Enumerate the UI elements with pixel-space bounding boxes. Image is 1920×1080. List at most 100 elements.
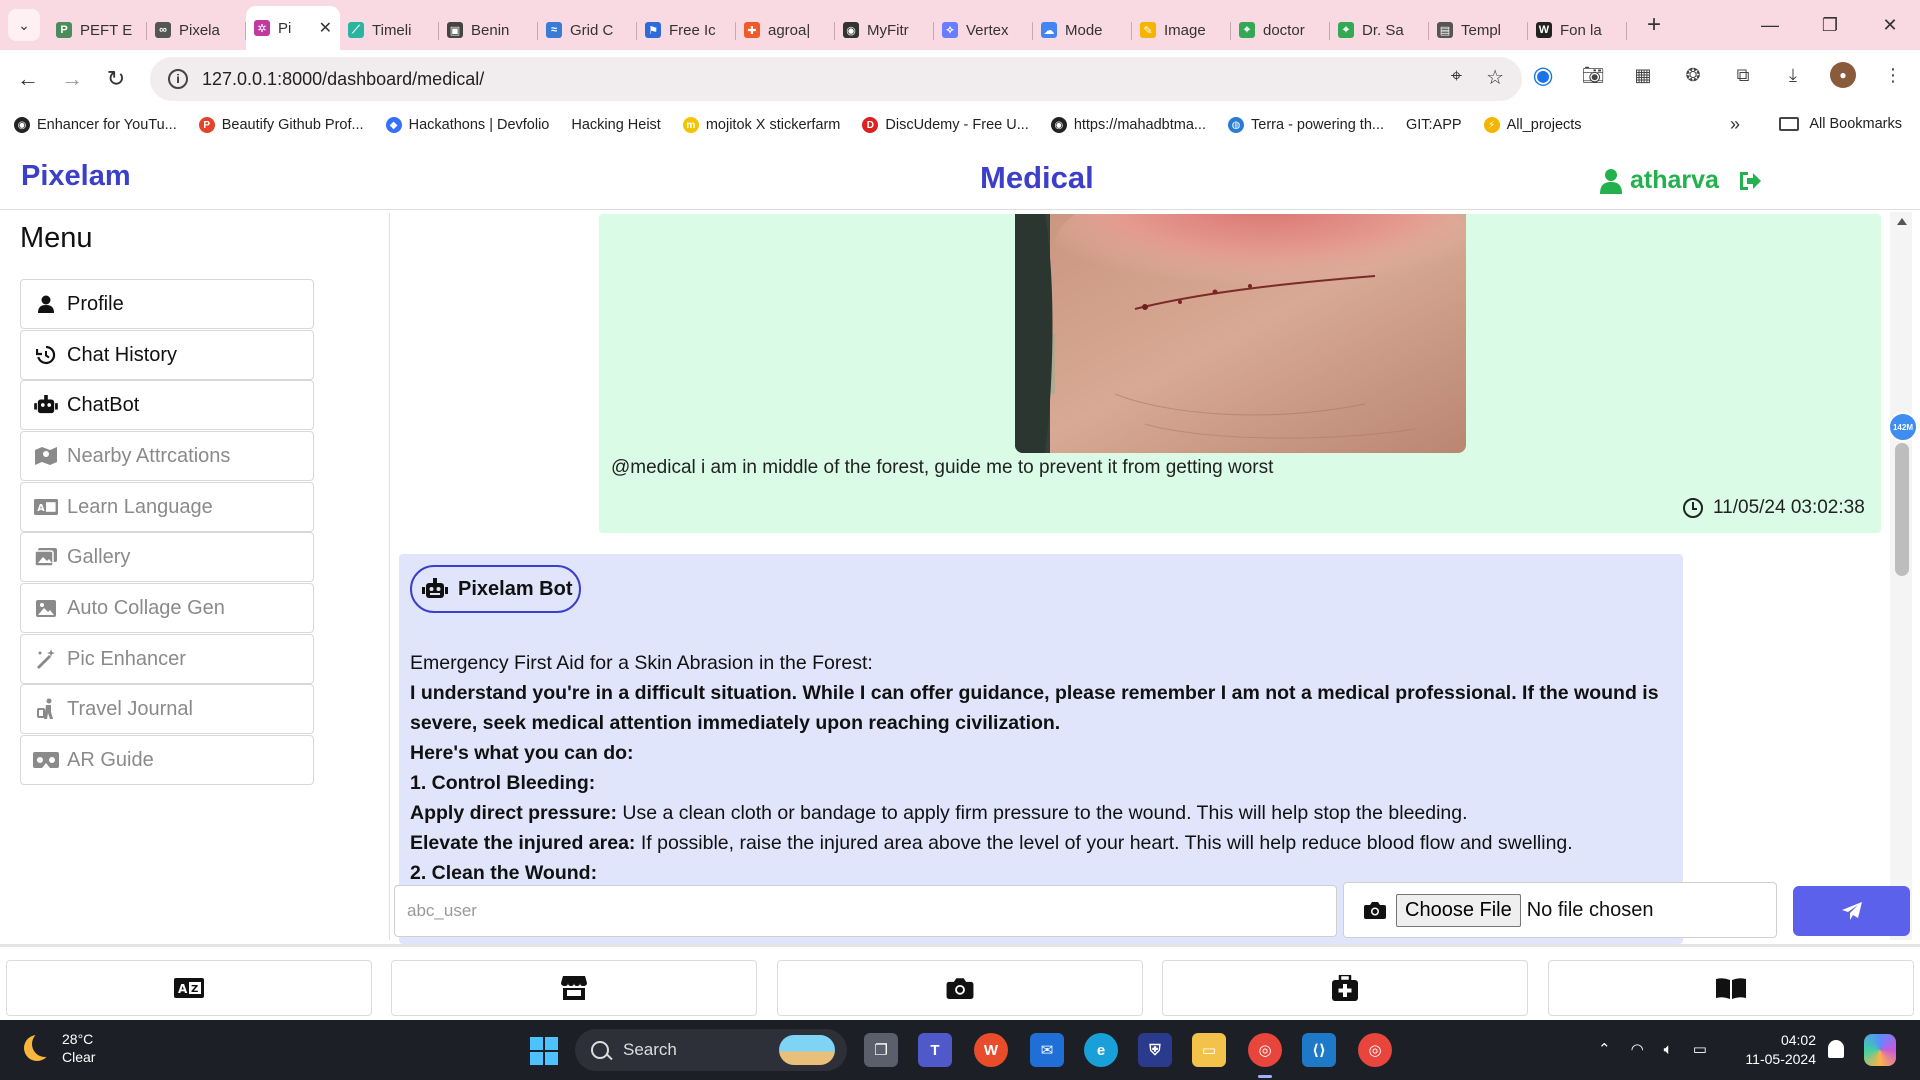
download-icon[interactable]: ⤓ (1780, 62, 1806, 88)
sidebar-item-profile[interactable]: Profile (20, 279, 314, 329)
sidebar-item-gallery[interactable]: Gallery (20, 532, 314, 582)
sidebar-item-auto-collage-gen[interactable]: Auto Collage Gen (20, 583, 314, 633)
sidebar-item-nearby-attrcations[interactable]: Nearby Attrcations (20, 431, 314, 481)
wps-office-icon[interactable]: W (974, 1033, 1008, 1067)
sidebar-item-chat-history[interactable]: Chat History (20, 330, 314, 380)
vscode-icon[interactable]: ⟨⟩ (1302, 1033, 1336, 1067)
url-text[interactable]: 127.0.0.1:8000/dashboard/medical/ (202, 69, 484, 90)
chrome-profile-icon[interactable]: ◎ (1358, 1033, 1392, 1067)
weather-widget[interactable]: 28°C Clear (24, 1030, 95, 1066)
minimize-icon[interactable]: — (1740, 0, 1800, 50)
sidebar-item-learn-language[interactable]: A Learn Language (20, 482, 314, 532)
back-arrow-icon[interactable]: ← (6, 57, 50, 101)
close-tab-icon[interactable]: ✕ (319, 18, 332, 38)
browser-tab[interactable]: ⌖ doctor (1231, 10, 1330, 50)
browser-tab[interactable]: ▤ Templ (1429, 10, 1528, 50)
bookmark-item[interactable]: Hacking Heist (571, 117, 660, 133)
address-bar[interactable]: i 127.0.0.1:8000/dashboard/medical/ ⌖ ☆ (150, 57, 1522, 101)
chat-scrollbar[interactable] (1890, 212, 1912, 940)
message-input[interactable] (394, 885, 1337, 937)
edge-icon[interactable]: e (1084, 1033, 1118, 1067)
forward-arrow-icon[interactable]: → (50, 57, 94, 101)
bottom-nav-camera[interactable] (777, 960, 1143, 1016)
send-button[interactable] (1793, 886, 1910, 936)
bookmark-item[interactable]: D DiscUdemy - Free U... (862, 117, 1029, 133)
browser-tab[interactable]: ✲ Pi ✕ (246, 6, 340, 50)
tab-search-dropdown-icon[interactable]: ⌄ (8, 9, 40, 41)
wound-photo[interactable] (1015, 214, 1466, 453)
browser-tab[interactable]: ⟡ Vertex (934, 10, 1033, 50)
location-pin-icon[interactable]: ⌖ (1451, 65, 1462, 90)
file-explorer-icon[interactable]: ▭ (1192, 1033, 1226, 1067)
site-info-icon[interactable]: i (168, 69, 188, 89)
maximize-icon[interactable]: ❐ (1800, 0, 1860, 50)
bookmark-item[interactable]: ◉ Enhancer for YouTu... (14, 117, 177, 133)
browser-tab[interactable]: ◉ MyFitr (835, 10, 934, 50)
bottom-nav-book[interactable] (1548, 960, 1914, 1016)
chevron-up-icon[interactable]: ⌃ (1598, 1040, 1611, 1058)
browser-tab[interactable]: ≈ Grid C (538, 10, 637, 50)
new-tab-button[interactable]: + (1639, 11, 1669, 39)
browser-tab[interactable]: ⟋ Timeli (340, 10, 439, 50)
mail-icon[interactable]: ✉ (1030, 1033, 1064, 1067)
extensions-puzzle-icon[interactable]: ⧉ (1730, 62, 1756, 88)
close-window-icon[interactable]: ✕ (1860, 0, 1920, 50)
bookmark-item[interactable]: ◍ Terra - powering th... (1228, 117, 1384, 133)
screenshot-camera-icon[interactable]: 📷︎ (1580, 62, 1606, 88)
sidebar-item-travel-journal[interactable]: Travel Journal (20, 684, 314, 734)
logout-icon[interactable] (1737, 169, 1771, 193)
extension-circle-icon[interactable]: ◉ (1530, 62, 1556, 89)
scrollbar-thumb[interactable] (1895, 443, 1909, 576)
bookmark-item[interactable]: ◆ Hackathons | Devfolio (385, 117, 549, 133)
notification-bell-icon[interactable] (1828, 1040, 1844, 1058)
browser-menu-icon[interactable]: ⋮ (1880, 62, 1906, 88)
all-bookmarks-button[interactable]: All Bookmarks (1779, 116, 1902, 132)
tab-favicon-icon: W (1536, 22, 1552, 38)
battery-icon[interactable]: ▭ (1693, 1040, 1707, 1058)
calendar-extension-icon[interactable]: ▦ (1630, 62, 1656, 88)
bottom-nav-language[interactable]: AZ (6, 960, 372, 1016)
sidebar-item-pic-enhancer[interactable]: Pic Enhancer (20, 634, 314, 684)
speaker-icon[interactable]: 🔈︎ (1664, 1041, 1673, 1058)
bookmark-item[interactable]: ⚡ All_projects (1483, 117, 1582, 133)
taskbar-clock[interactable]: 04:02 11-05-2024 (1736, 1031, 1816, 1069)
reload-icon[interactable]: ↻ (94, 57, 138, 101)
bookmark-item[interactable]: ◉ https://mahadbtma... (1050, 117, 1206, 133)
profile-avatar[interactable]: ● (1830, 62, 1856, 88)
bottom-nav-store[interactable] (391, 960, 757, 1016)
sidebar-item-ar-guide[interactable]: AR Guide (20, 735, 314, 785)
task-view-icon[interactable]: ❐ (864, 1033, 898, 1067)
bot-line-bold: Here's what you can do: (410, 742, 634, 764)
sidebar-item-chatbot[interactable]: ChatBot (20, 380, 314, 430)
browser-tab[interactable]: ⚑ Free Ic (637, 10, 736, 50)
choose-file-button[interactable]: Choose File (1396, 893, 1521, 927)
browser-tab[interactable]: ☁ Mode (1033, 10, 1132, 50)
bookmark-star-icon[interactable]: ☆ (1486, 65, 1504, 90)
bottom-nav-medical[interactable] (1162, 960, 1528, 1016)
copilot-icon[interactable] (1864, 1034, 1896, 1066)
bookmark-item[interactable]: GIT:APP (1406, 117, 1462, 133)
browser-tab[interactable]: ✚ agroa| (736, 10, 835, 50)
file-upload-field[interactable]: Choose File No file chosen (1343, 882, 1777, 938)
page-title: Medical (980, 160, 1094, 195)
brand-logo[interactable]: Pixelam (21, 160, 131, 193)
browser-tab[interactable]: ✎ Image (1132, 10, 1231, 50)
browser-tab[interactable]: ⌖ Dr. Sa (1330, 10, 1429, 50)
browser-tab[interactable]: P PEFT E (48, 10, 147, 50)
bookmark-item[interactable]: m mojitok X stickerfarm (682, 117, 840, 133)
brain-extension-icon[interactable]: ❂ (1680, 62, 1706, 88)
taskbar-search[interactable]: Search (575, 1029, 847, 1071)
browser-tab[interactable]: ▣ Benin (439, 10, 538, 50)
scroll-up-arrow-icon[interactable] (1897, 218, 1907, 225)
browser-tab[interactable]: W Fon la (1528, 10, 1627, 50)
wifi-icon[interactable]: ◠ (1631, 1040, 1644, 1058)
more-bookmarks-chevron-icon[interactable]: » (1730, 114, 1740, 135)
browser-tab[interactable]: ∞ Pixela (147, 10, 246, 50)
username[interactable]: atharva (1630, 166, 1719, 195)
memory-usage-badge[interactable]: 142M (1888, 412, 1918, 442)
security-app-icon[interactable]: ⛨ (1138, 1033, 1172, 1067)
chrome-icon[interactable]: ◎ (1248, 1033, 1282, 1067)
teams-icon[interactable]: T (918, 1033, 952, 1067)
windows-start-icon[interactable] (530, 1037, 558, 1065)
bookmark-item[interactable]: P Beautify Github Prof... (198, 117, 364, 133)
